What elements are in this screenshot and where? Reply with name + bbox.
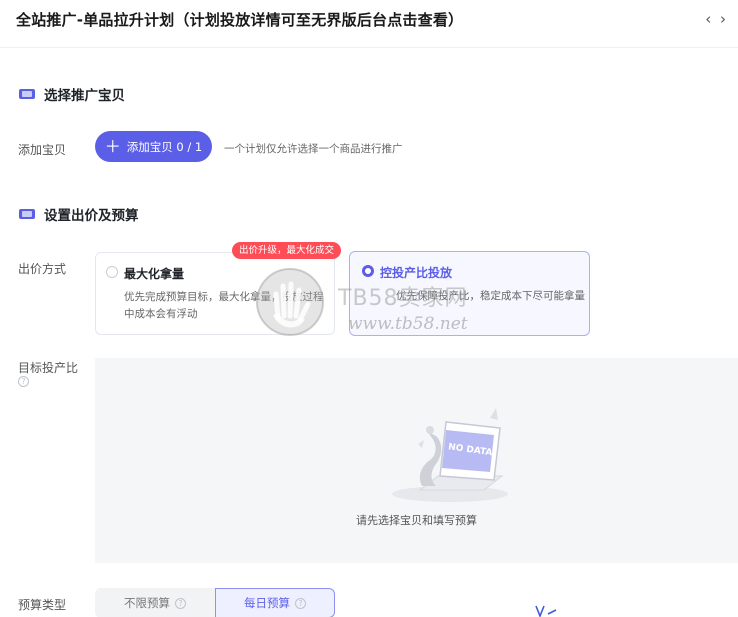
bid-option-max-volume[interactable]: 最大化拿量 优先完成预算目标，最大化拿量，投放过程中成本会有浮动 bbox=[95, 252, 335, 335]
budget-type-label: 预算类型 bbox=[18, 598, 67, 612]
help-icon[interactable]: ? bbox=[18, 376, 29, 387]
upgrade-badge: 出价升级，最大化成交 bbox=[232, 242, 342, 259]
no-data-illustration-icon: NO DATA bbox=[392, 408, 508, 502]
add-product-button[interactable]: ＋ 添加宝贝 0 / 1 bbox=[95, 131, 212, 162]
add-product-hint: 一个计划仅允许选择一个商品进行推广 bbox=[224, 143, 403, 155]
help-icon[interactable]: ? bbox=[295, 597, 306, 609]
bid-option-desc: 优先完成预算目标，最大化拿量，投放过程中成本会有浮动 bbox=[124, 291, 324, 320]
help-icon[interactable]: ? bbox=[175, 597, 186, 609]
plus-icon: ＋ bbox=[104, 136, 121, 156]
section-title-text: 选择推广宝贝 bbox=[44, 88, 125, 104]
section-select-product: 选择推广宝贝 bbox=[18, 84, 125, 104]
cursor-mark-icon bbox=[535, 605, 557, 617]
budget-option-unlimited[interactable]: 不限预算 ? bbox=[95, 588, 215, 617]
budget-option-label: 每日预算 bbox=[244, 596, 290, 610]
ticket-icon bbox=[19, 209, 35, 219]
empty-state-text: 请先选择宝贝和填写预算 bbox=[356, 514, 477, 527]
add-product-button-label: 添加宝贝 0 / 1 bbox=[126, 139, 203, 154]
page-title: 全站推广-单品拉升计划（计划投放详情可至无界版后台点击查看） bbox=[16, 11, 464, 29]
page-header: 全站推广-单品拉升计划（计划投放详情可至无界版后台点击查看） ‹ › bbox=[0, 0, 738, 48]
ticket-icon bbox=[19, 89, 35, 99]
section-title-text: 设置出价及预算 bbox=[44, 208, 139, 224]
target-roi-label: 目标投产比 bbox=[18, 361, 79, 375]
budget-type-selector: 不限预算 ? 每日预算 ? bbox=[95, 588, 335, 617]
bid-option-title: 最大化拿量 bbox=[124, 267, 185, 281]
bid-option-roi-control[interactable]: 控投产比投放 优先保障投产比，稳定成本下尽可能拿量 bbox=[349, 251, 590, 336]
empty-state-panel: NO DATA 请先选择宝贝和填写预算 bbox=[95, 358, 738, 563]
add-product-label: 添加宝贝 bbox=[18, 143, 67, 157]
bid-option-desc: 优先保障投产比，稳定成本下尽可能拿量 bbox=[396, 290, 585, 302]
section-bid-budget: 设置出价及预算 bbox=[18, 204, 139, 224]
budget-option-daily[interactable]: 每日预算 ? bbox=[215, 588, 335, 617]
bid-option-title: 控投产比投放 bbox=[380, 266, 453, 280]
radio-button[interactable] bbox=[106, 266, 118, 278]
radio-button-selected[interactable] bbox=[362, 265, 374, 277]
collapse-toggle-icon[interactable]: ‹ › bbox=[705, 10, 728, 28]
budget-option-label: 不限预算 bbox=[124, 596, 170, 610]
bid-method-label: 出价方式 bbox=[18, 262, 67, 276]
